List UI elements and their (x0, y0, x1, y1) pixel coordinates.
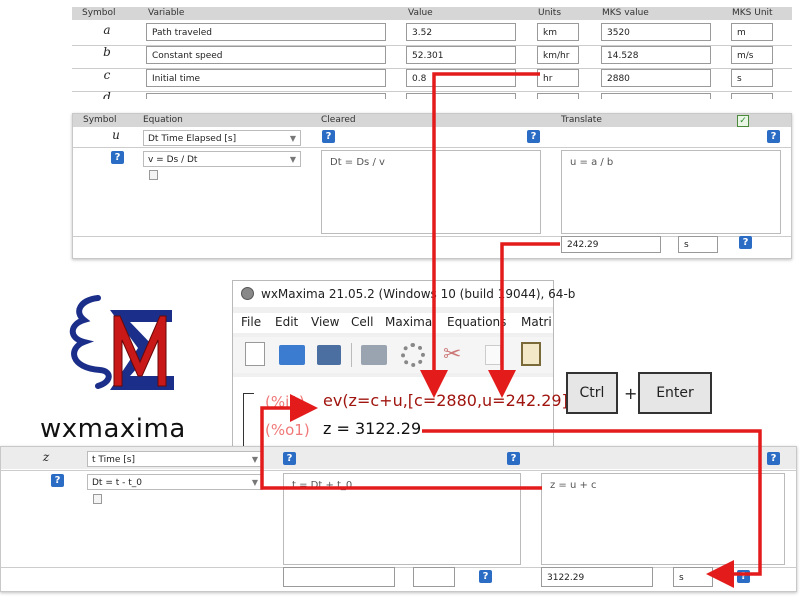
arrow-translate-to-maxima (260, 394, 542, 490)
arrow-output-to-result (422, 429, 762, 588)
annotation-arrows (260, 72, 762, 588)
arrow-mks-c-to-maxima (420, 72, 540, 398)
arrow-result-u-to-maxima (488, 242, 560, 398)
